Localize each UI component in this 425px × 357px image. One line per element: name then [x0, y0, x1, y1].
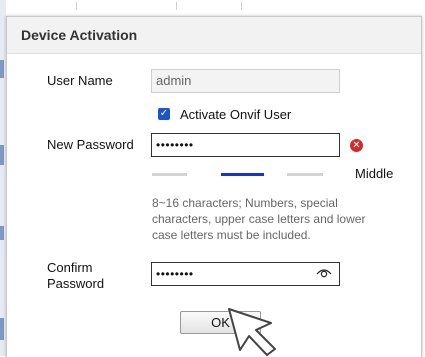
dialog-header: Device Activation [7, 17, 421, 54]
mouse-pointer-icon [228, 308, 276, 356]
eye-icon[interactable] [316, 267, 332, 279]
error-clear-icon[interactable]: ✕ [350, 139, 363, 152]
strength-bar-weak [152, 173, 187, 176]
new-password-input[interactable]: •••••••• [151, 133, 340, 157]
confirm-password-label-line2: Password [47, 276, 105, 291]
dialog-title: Device Activation [21, 27, 138, 43]
checkbox-checked-icon: ✓ [159, 108, 169, 119]
device-activation-dialog: Device Activation [6, 16, 422, 357]
password-rules-hint: 8~16 characters; Numbers, special charac… [152, 196, 366, 242]
confirm-password-input[interactable]: •••••••• [151, 262, 340, 286]
strength-bar-strong [287, 173, 323, 176]
password-strength-label: Middle [355, 166, 394, 181]
strength-bar-middle [221, 173, 264, 176]
background-top-edge [6, 0, 425, 16]
confirm-password-label-line1: Confirm [47, 260, 93, 275]
new-password-label: New Password [47, 137, 134, 152]
user-name-label: User Name [47, 73, 113, 88]
user-name-field: admin [151, 69, 340, 93]
onvif-checkbox-label[interactable]: Activate Onvif User [180, 107, 291, 122]
onvif-checkbox[interactable]: ✓ [158, 108, 170, 120]
